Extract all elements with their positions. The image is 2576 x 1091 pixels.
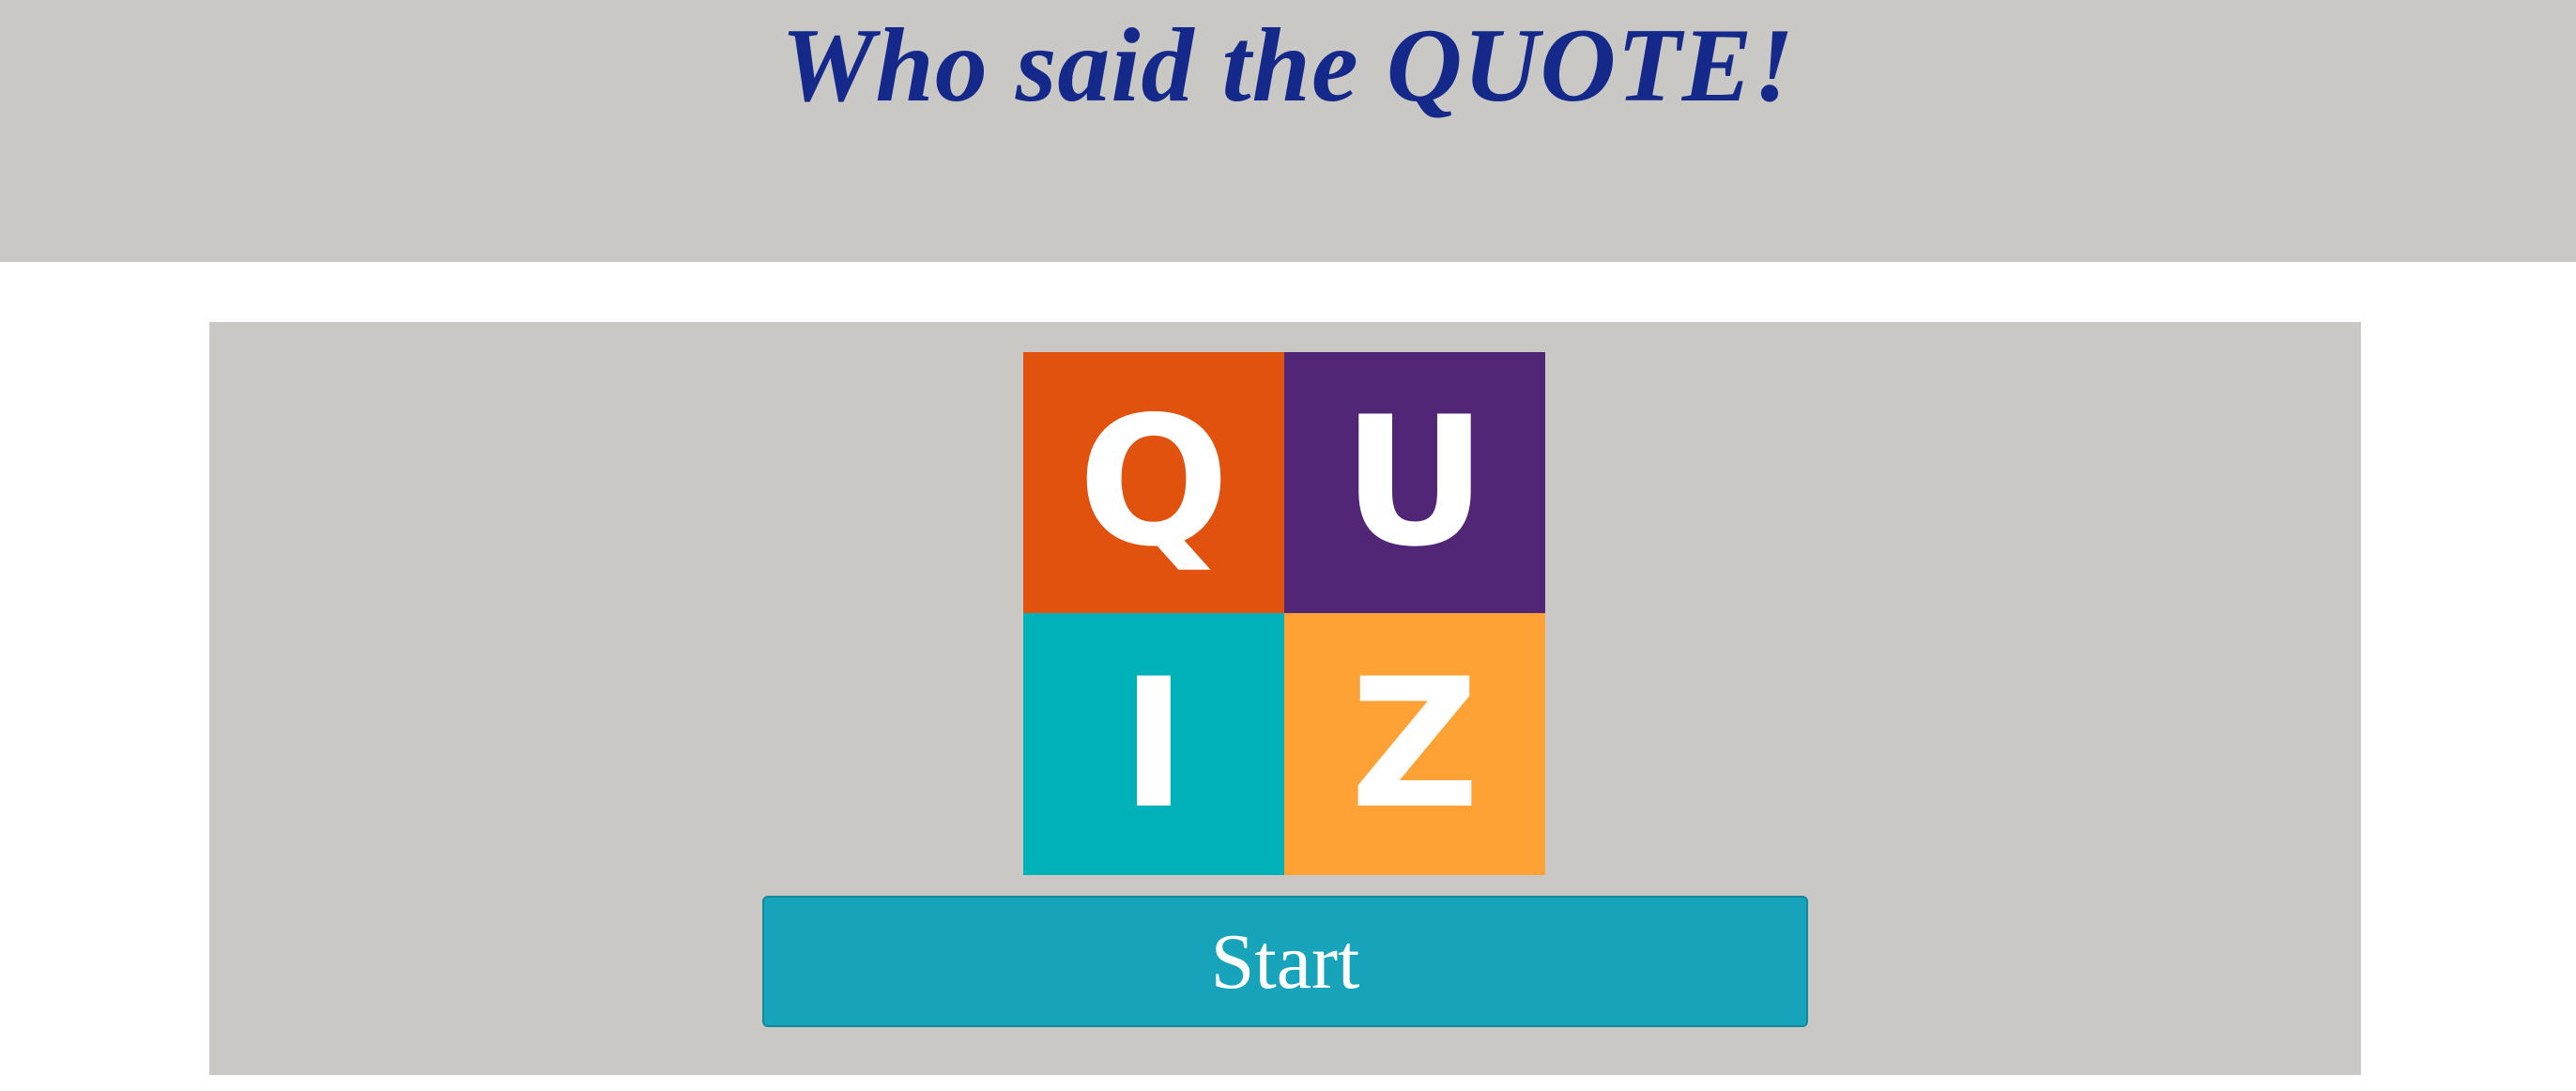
- quiz-logo: Q U I Z: [1023, 352, 1545, 875]
- logo-tile-i: I: [1023, 613, 1284, 875]
- page-title: Who said the QUOTE!: [780, 8, 1796, 124]
- logo-tile-z: Z: [1284, 613, 1545, 875]
- logo-tile-q: Q: [1023, 352, 1284, 613]
- logo-tile-u: U: [1284, 352, 1545, 613]
- header-banner: Who said the QUOTE!: [0, 0, 2576, 262]
- start-button[interactable]: Start: [762, 896, 1808, 1027]
